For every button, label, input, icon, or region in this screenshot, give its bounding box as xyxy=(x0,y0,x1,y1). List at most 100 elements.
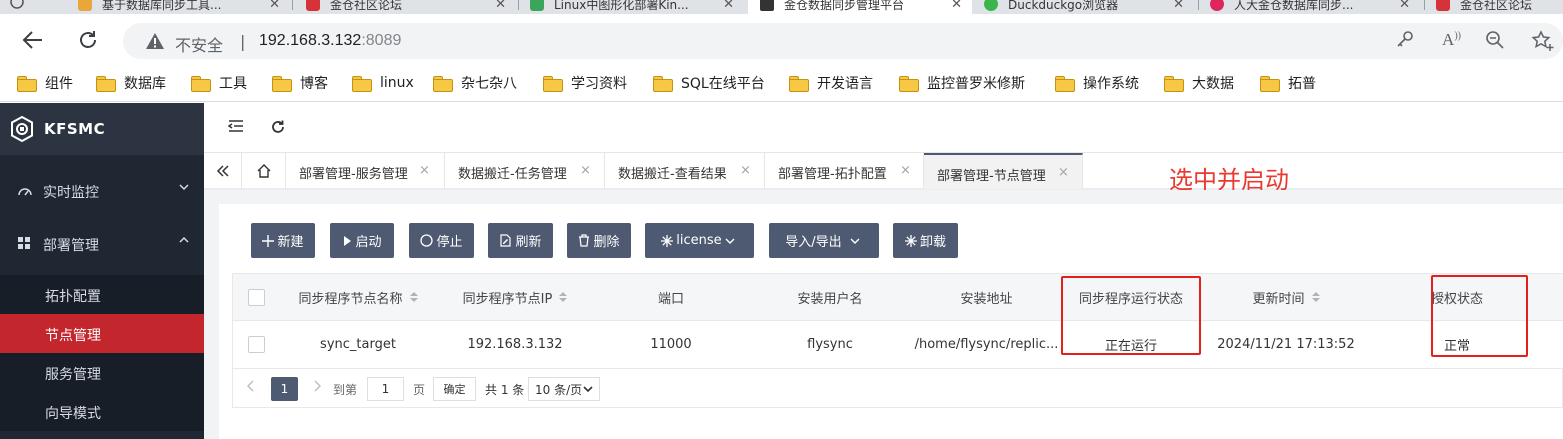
add-favorite-icon[interactable] xyxy=(1531,30,1555,56)
browser-tab-2[interactable]: 金仓社区论坛 ✕ xyxy=(306,0,516,14)
tab-node-management[interactable]: 部署管理-节点管理 × xyxy=(924,153,1083,189)
button-label: 卸载 xyxy=(919,235,946,250)
tab-label: 数据搬迁-任务管理 xyxy=(458,167,567,182)
home-tab[interactable] xyxy=(242,153,286,189)
tab-favicon xyxy=(1436,0,1450,11)
select-all-checkbox[interactable] xyxy=(247,288,265,306)
tab-label: 数据搬迁-查看结果 xyxy=(618,167,727,182)
close-icon[interactable]: ✕ xyxy=(269,0,280,12)
submenu-label: 向导模式 xyxy=(45,406,101,422)
submenu-topology[interactable]: 拓扑配置 xyxy=(0,275,204,314)
goto-confirm-button[interactable]: 确定 xyxy=(433,377,476,401)
zoom-out-icon[interactable] xyxy=(1485,30,1505,54)
read-aloud-icon[interactable]: A)) xyxy=(1442,30,1461,50)
column-header-node-name[interactable]: 同步程序节点名称 xyxy=(279,274,437,320)
start-button[interactable]: 启动 xyxy=(330,223,394,258)
browser-tab-6[interactable]: 人大金仓数据库同步... ✕ xyxy=(1210,0,1420,14)
goto-label: 到第 xyxy=(333,383,358,397)
close-icon[interactable]: ✕ xyxy=(951,0,962,12)
close-icon[interactable]: ✕ xyxy=(495,0,506,12)
key-icon[interactable] xyxy=(1395,30,1415,54)
bookmark-folder[interactable]: 拓普 xyxy=(1260,73,1316,93)
uninstall-button[interactable]: 卸载 xyxy=(893,223,958,258)
reload-button[interactable] xyxy=(74,26,102,54)
browser-tab-1[interactable]: 基于数据库同步工具... ✕ xyxy=(78,0,290,14)
cell-install-path: /home/flysync/replic... xyxy=(914,337,1059,352)
submenu-label: 节点管理 xyxy=(45,328,101,344)
tab-close-icon[interactable]: × xyxy=(900,163,911,178)
security-label[interactable]: 不安全 xyxy=(175,32,223,56)
tab-close-icon[interactable]: × xyxy=(740,163,751,178)
next-page-icon[interactable] xyxy=(313,380,321,395)
new-button[interactable]: 新建 xyxy=(251,223,315,258)
tab-view-results[interactable]: 数据搬迁-查看结果 × xyxy=(605,153,765,189)
browser-tab-5[interactable]: Duckduckgo浏览器 ✕ xyxy=(984,0,1194,14)
folder-icon xyxy=(1164,76,1184,92)
table-row[interactable]: sync_target 192.168.3.132 11000 flysync … xyxy=(233,321,1563,369)
bookmark-folder[interactable]: 数据库 xyxy=(96,73,166,93)
bookmark-folder[interactable]: 工具 xyxy=(191,73,247,93)
tab-service-management[interactable]: 部署管理-服务管理 × xyxy=(286,153,445,189)
delete-button[interactable]: 删除 xyxy=(567,223,631,258)
bookmark-folder[interactable]: 开发语言 xyxy=(789,73,873,93)
column-header-update-time[interactable]: 更新时间 xyxy=(1200,274,1372,320)
close-icon[interactable]: ✕ xyxy=(1399,0,1410,12)
submenu-service-management[interactable]: 服务管理 xyxy=(0,353,204,392)
goto-page-input[interactable]: 1 xyxy=(367,377,404,401)
sort-icon[interactable] xyxy=(559,292,568,302)
refresh-icon[interactable] xyxy=(270,119,286,139)
tab-close-icon[interactable]: × xyxy=(580,163,591,178)
prev-page-icon[interactable] xyxy=(247,380,255,395)
license-dropdown-button[interactable]: license xyxy=(645,223,754,258)
refresh-button[interactable]: 刷新 xyxy=(488,223,553,258)
close-icon[interactable]: ✕ xyxy=(723,0,734,12)
bookmark-folder[interactable]: 大数据 xyxy=(1164,73,1234,93)
collapse-menu-icon[interactable] xyxy=(227,119,244,137)
browser-tab-4-active[interactable]: 金仓数据同步管理平台 ✕ xyxy=(748,0,972,14)
stop-circle-icon xyxy=(420,234,434,247)
address-bar[interactable]: 不安全 | 192.168.3.132:8089 A)) xyxy=(123,23,1563,59)
stop-button[interactable]: 停止 xyxy=(409,223,474,258)
pagination: 1 到第 1 页 确定 共 1 条 10 条/页 xyxy=(233,369,1563,409)
tabs-scroll-left-button[interactable] xyxy=(204,153,242,189)
submenu-wizard[interactable]: 向导模式 xyxy=(0,392,204,431)
menu-group-deploy[interactable]: 部署管理 xyxy=(0,218,204,270)
tab-close-icon[interactable]: × xyxy=(1058,165,1069,180)
row-checkbox[interactable] xyxy=(247,336,265,353)
bookmark-folder[interactable]: 组件 xyxy=(17,73,73,93)
back-button[interactable] xyxy=(19,26,47,54)
page-size-select[interactable]: 10 条/页 xyxy=(528,377,600,401)
cell-install-user: flysync xyxy=(807,337,853,352)
trash-icon xyxy=(578,234,590,247)
browser-profile-icon[interactable] xyxy=(8,0,68,14)
bookmark-label: 工具 xyxy=(219,76,247,92)
menu-group-monitor[interactable]: 实时监控 xyxy=(0,165,204,217)
bookmark-folder[interactable]: linux xyxy=(352,73,414,93)
submenu-node-management[interactable]: 节点管理 xyxy=(0,314,204,353)
tab-close-icon[interactable]: × xyxy=(419,163,430,178)
sort-icon[interactable] xyxy=(409,292,418,302)
snowflake-icon xyxy=(904,234,917,247)
browser-tab-title: 人大金仓数据库同步... xyxy=(1234,0,1354,12)
browser-tab-3[interactable]: Linux中图形化部署Kin... ✕ xyxy=(530,0,744,14)
total-count: 共 1 条 xyxy=(485,383,525,397)
import-export-dropdown-button[interactable]: 导入/导出 xyxy=(769,223,879,258)
column-header-node-ip[interactable]: 同步程序节点IP xyxy=(437,274,593,320)
bookmark-folder[interactable]: 操作系统 xyxy=(1055,73,1139,93)
warning-icon[interactable] xyxy=(145,32,165,54)
page-number-current[interactable]: 1 xyxy=(271,377,298,401)
bookmark-label: 操作系统 xyxy=(1083,76,1139,92)
tab-topology-config[interactable]: 部署管理-拓扑配置 × xyxy=(765,153,924,189)
bookmark-folder[interactable]: 监控普罗米修斯 xyxy=(899,73,1025,93)
url-text[interactable]: 192.168.3.132:8089 xyxy=(259,32,401,50)
tab-label: 部署管理-服务管理 xyxy=(299,167,408,182)
bookmark-folder[interactable]: 杂七杂八 xyxy=(433,73,517,93)
bookmark-folder[interactable]: 学习资料 xyxy=(543,73,627,93)
tab-task-management[interactable]: 数据搬迁-任务管理 × xyxy=(445,153,605,189)
tab-favicon xyxy=(78,0,92,11)
sort-icon[interactable] xyxy=(1311,292,1320,302)
bookmark-folder[interactable]: SQL在线平台 xyxy=(653,73,765,93)
browser-tab-7[interactable]: 金仓社区论坛 xyxy=(1436,0,1563,14)
bookmark-folder[interactable]: 博客 xyxy=(272,73,328,93)
close-icon[interactable]: ✕ xyxy=(1173,0,1184,12)
